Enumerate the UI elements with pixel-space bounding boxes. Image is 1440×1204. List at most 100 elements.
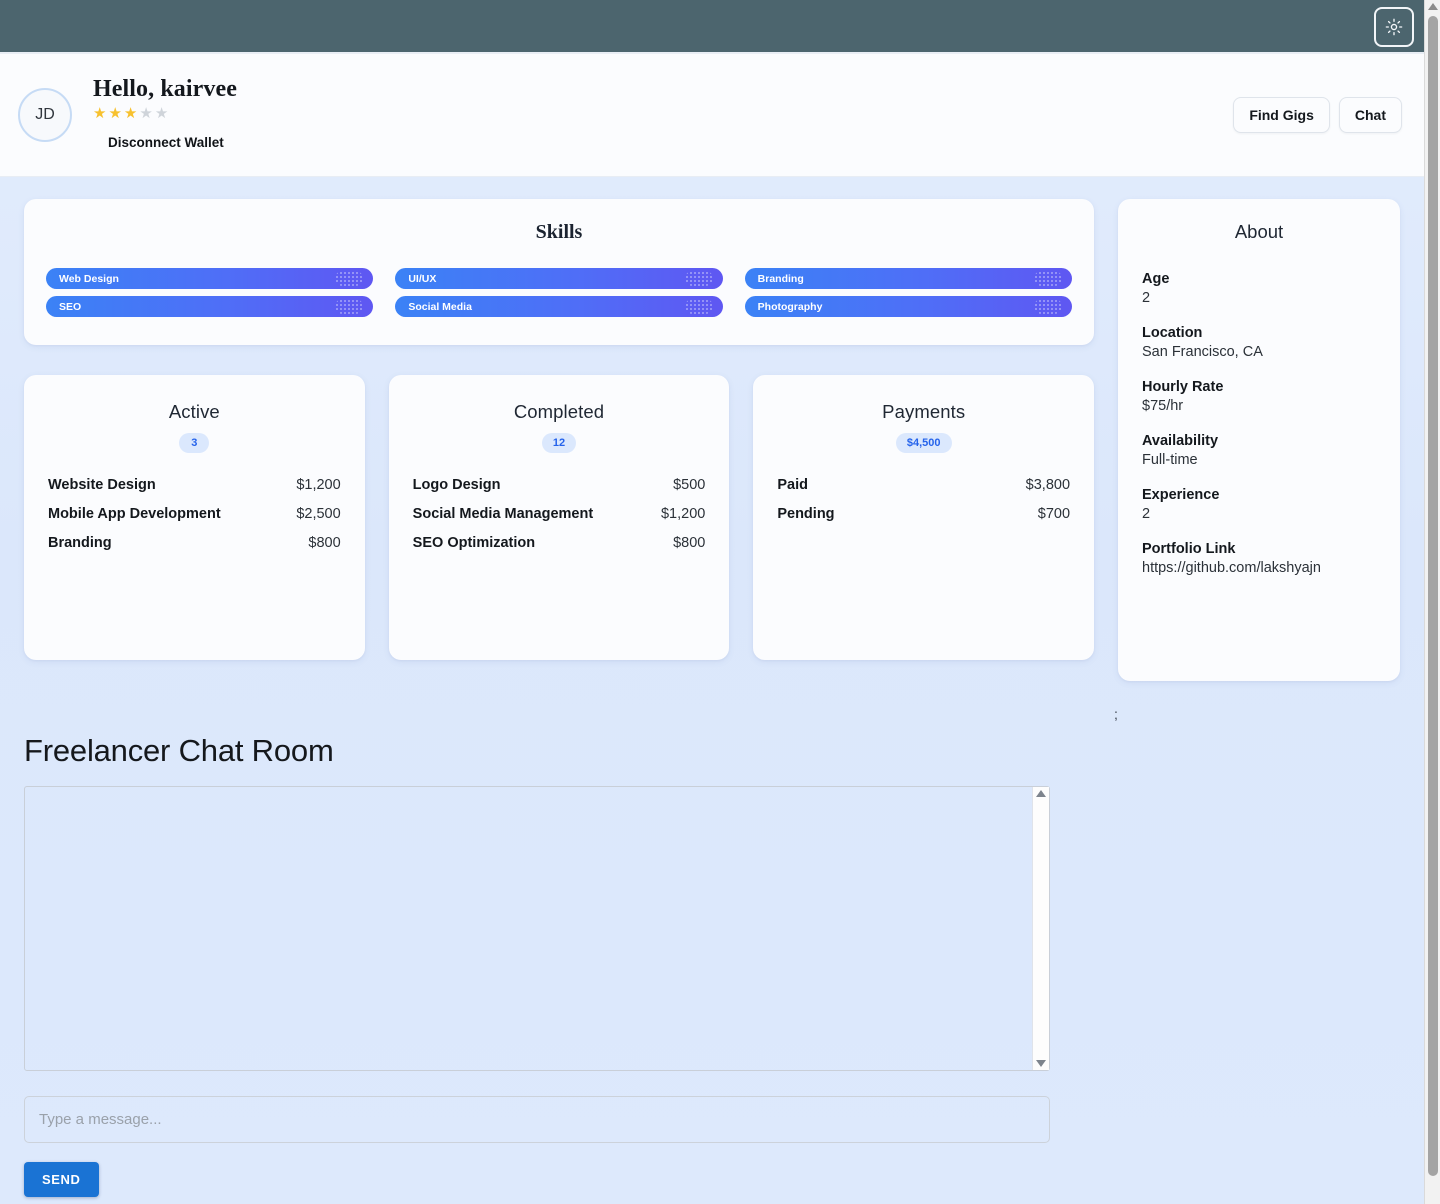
about-label: Age <box>1142 271 1170 287</box>
status-badge: $4,500 <box>895 433 952 453</box>
skill-label: Branding <box>757 272 804 285</box>
status-badge: 3 <box>179 433 210 453</box>
browser-scrollbar[interactable] <box>1424 0 1440 1204</box>
about-value: 2 <box>1142 506 1151 522</box>
skill-pill[interactable]: Web Design <box>46 268 374 289</box>
list-item: SEO Optimization $800 <box>413 535 706 551</box>
skill-pill[interactable]: Social Media <box>395 296 723 317</box>
chat-scrollbar[interactable] <box>1032 787 1049 1070</box>
star-filled-1: ★ <box>93 105 109 122</box>
chat-section: Freelancer Chat Room SEND <box>0 733 1424 1197</box>
list-item: Mobile App Development $2,500 <box>48 506 341 522</box>
skill-pill[interactable]: UI/UX <box>395 268 723 289</box>
chat-messages-area[interactable] <box>24 786 1050 1071</box>
list-item: Pending $700 <box>777 506 1070 522</box>
item-value: $800 <box>308 535 341 551</box>
list-item: Paid $3,800 <box>777 477 1070 493</box>
stat-badge-wrap: 12 <box>413 433 706 453</box>
skill-pill[interactable]: Branding <box>744 268 1072 289</box>
find-gigs-button[interactable]: Find Gigs <box>1233 97 1330 133</box>
stat-card-title: Completed <box>513 401 605 422</box>
item-label: Branding <box>48 535 112 551</box>
skill-label: UI/UX <box>408 272 437 285</box>
about-item-location: Location San Francisco, CA <box>1142 325 1376 360</box>
skill-pill[interactable]: Photography <box>744 296 1072 317</box>
about-value[interactable]: https://github.com/lakshyajn <box>1142 560 1376 576</box>
about-value: San Francisco, CA <box>1142 344 1263 360</box>
about-label: Hourly Rate <box>1142 379 1224 395</box>
item-value: $800 <box>673 535 706 551</box>
star-filled-2: ★ <box>108 105 124 122</box>
skills-grid: Web Design UI/UX Branding SEO Social Med… <box>46 268 1072 317</box>
message-input[interactable] <box>24 1096 1050 1143</box>
browser-scroll-thumb[interactable] <box>1428 16 1438 1176</box>
page-root: JD Hello, kairvee ★★★★★ Disconnect Walle… <box>0 0 1424 1204</box>
scroll-down-arrow-icon[interactable] <box>1036 1060 1046 1067</box>
stat-card-title: Active <box>168 401 220 422</box>
list-item: Website Design $1,200 <box>48 477 341 493</box>
avatar-initials: JD <box>35 106 55 123</box>
about-label: Location <box>1142 325 1203 341</box>
skill-label: Social Media <box>408 300 472 313</box>
item-value: $1,200 <box>660 506 706 522</box>
about-item-portfolio-link: Portfolio Link https://github.com/lakshy… <box>1142 541 1376 576</box>
send-button[interactable]: SEND <box>24 1162 99 1197</box>
item-value: $500 <box>673 477 706 493</box>
theme-toggle-button[interactable] <box>1374 7 1414 47</box>
item-value: $1,200 <box>296 477 341 493</box>
avatar: JD <box>18 88 72 142</box>
star-filled-3: ★ <box>123 105 140 122</box>
skill-pill[interactable]: SEO <box>46 296 374 317</box>
skill-label: SEO <box>59 300 82 313</box>
stat-list: Logo Design $500 Social Media Management… <box>413 477 706 551</box>
item-label: Logo Design <box>412 477 501 493</box>
about-value: $75/hr <box>1142 398 1184 414</box>
about-item-experience: Experience 2 <box>1142 487 1376 522</box>
rating-stars: ★★★★★ <box>93 106 237 121</box>
about-item-hourly-rate: Hourly Rate $75/hr <box>1142 379 1376 414</box>
stat-list: Website Design $1,200 Mobile App Develop… <box>48 477 341 551</box>
about-value: 2 <box>1142 290 1151 306</box>
item-label: SEO Optimization <box>412 535 536 551</box>
about-item-availability: Availability Full-time <box>1142 433 1376 468</box>
item-value: $3,800 <box>1025 477 1071 493</box>
item-label: Pending <box>777 506 835 522</box>
chat-room-title: Freelancer Chat Room <box>24 733 334 768</box>
skill-label: Photography <box>757 300 823 313</box>
about-value: Full-time <box>1142 452 1198 468</box>
main-content: Skills Web Design UI/UX Branding SEO Soc… <box>0 177 1424 681</box>
list-item: Social Media Management $1,200 <box>413 506 706 522</box>
profile-header: JD Hello, kairvee ★★★★★ Disconnect Walle… <box>0 54 1424 177</box>
browser-scroll-up-arrow-icon[interactable] <box>1428 3 1438 10</box>
about-card: About Age 2 Location San Francisco, CA H… <box>1118 199 1400 681</box>
stat-card-completed: Completed 12 Logo Design $500 Social Med… <box>388 375 730 660</box>
item-value: $700 <box>1037 506 1071 522</box>
scroll-up-arrow-icon[interactable] <box>1036 790 1046 797</box>
skill-label: Web Design <box>59 272 119 285</box>
list-item: Branding $800 <box>48 535 341 551</box>
header-actions: Find Gigs Chat <box>1233 97 1402 133</box>
stat-card-title: Payments <box>882 401 966 422</box>
stat-list: Paid $3,800 Pending $700 <box>777 477 1070 522</box>
disconnect-wallet-button[interactable]: Disconnect Wallet <box>108 135 237 150</box>
about-label: Experience <box>1142 487 1220 503</box>
about-label: Portfolio Link <box>1142 541 1236 557</box>
item-label: Social Media Management <box>412 506 594 522</box>
list-item: Logo Design $500 <box>413 477 706 493</box>
stat-cards-row: Active 3 Website Design $1,200 Mobile Ap… <box>24 375 1095 660</box>
star-empty-5: ★ <box>154 105 171 122</box>
page-title: Hello, kairvee <box>93 76 238 102</box>
stat-badge-wrap: 3 <box>48 433 341 453</box>
top-app-bar <box>0 0 1424 54</box>
item-label: Website Design <box>48 477 156 493</box>
sun-icon <box>1385 18 1403 36</box>
header-text-group: Hello, kairvee ★★★★★ Disconnect Wallet <box>93 76 237 150</box>
stat-card-active: Active 3 Website Design $1,200 Mobile Ap… <box>24 375 365 660</box>
chat-button[interactable]: Chat <box>1338 97 1402 133</box>
skills-card: Skills Web Design UI/UX Branding SEO Soc… <box>24 199 1094 345</box>
item-value: $2,500 <box>296 506 341 522</box>
left-column: Skills Web Design UI/UX Branding SEO Soc… <box>24 199 1095 660</box>
stray-text-artifact: ; <box>1114 706 1118 722</box>
right-column: About Age 2 Location San Francisco, CA H… <box>1118 199 1400 681</box>
stat-badge-wrap: $4,500 <box>777 433 1070 453</box>
